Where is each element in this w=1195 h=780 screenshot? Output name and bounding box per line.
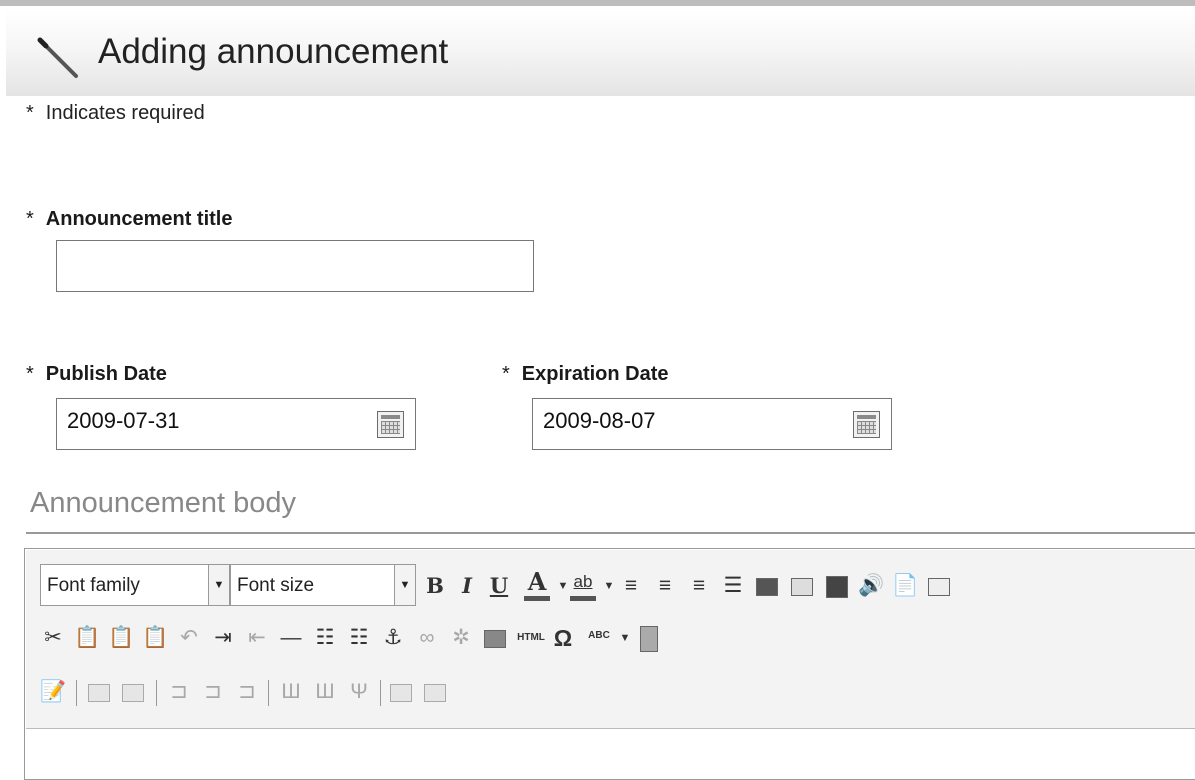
- expiration-date-field[interactable]: 2009-08-07: [532, 398, 892, 450]
- page-break-icon[interactable]: [640, 626, 658, 652]
- font-size-value: Font size: [237, 575, 315, 596]
- align-left-icon[interactable]: ≡: [618, 572, 644, 600]
- delete-row-icon[interactable]: ⊐: [234, 678, 260, 706]
- insert-column-before-icon[interactable]: Ш: [278, 678, 304, 706]
- spellcheck-button[interactable]: ABC: [586, 622, 612, 650]
- special-character-button[interactable]: Ω: [550, 624, 576, 652]
- announcement-body-heading: Announcement body: [30, 487, 297, 519]
- insert-media-icon[interactable]: [928, 578, 950, 596]
- highlight-color-button[interactable]: ab: [570, 568, 596, 601]
- pencil-icon: [37, 37, 78, 78]
- insert-column-after-icon[interactable]: Ш: [312, 678, 338, 706]
- bold-button[interactable]: B: [422, 572, 448, 600]
- edit-form-icon[interactable]: 📝: [40, 678, 66, 706]
- table-row-props-icon[interactable]: [88, 684, 110, 702]
- announcement-title-label-text: Announcement title: [45, 208, 233, 230]
- chevron-down-icon[interactable]: ▼: [208, 564, 230, 606]
- required-note: * Indicates required: [26, 102, 205, 125]
- align-justify-icon[interactable]: ☰: [720, 572, 746, 600]
- page-title: Adding announcement: [98, 32, 449, 71]
- insert-video-icon[interactable]: [826, 576, 848, 598]
- editor-toolbar: Font family ▼ Font size ▼ B I U A ▼ ab ▼…: [26, 550, 1195, 729]
- announcement-title-input[interactable]: [56, 240, 534, 292]
- table-cell-props-icon[interactable]: [122, 684, 144, 702]
- numbered-list-icon[interactable]: ☷: [346, 624, 372, 652]
- align-right-icon[interactable]: ≡: [686, 572, 712, 600]
- page-header: Adding announcement: [6, 8, 1195, 96]
- unlink-icon[interactable]: ✲: [448, 624, 474, 652]
- paste-word-icon[interactable]: 📋: [142, 624, 168, 652]
- insert-audio-icon[interactable]: 🔊: [858, 572, 884, 600]
- copy-icon[interactable]: 📋: [74, 624, 100, 652]
- expiration-date-label-text: Expiration Date: [521, 363, 669, 385]
- merge-cells-icon[interactable]: [390, 684, 412, 702]
- publish-date-field[interactable]: 2009-07-31: [56, 398, 416, 450]
- toolbar-separator: [380, 680, 381, 706]
- calendar-icon[interactable]: [853, 411, 880, 438]
- required-star: *: [502, 363, 510, 385]
- italic-button[interactable]: I: [454, 572, 480, 600]
- font-size-select[interactable]: Font size ▼: [230, 564, 416, 606]
- rich-text-editor[interactable]: Font family ▼ Font size ▼ B I U A ▼ ab ▼…: [24, 548, 1195, 780]
- required-star: *: [26, 363, 34, 385]
- insert-document-icon[interactable]: 📄: [892, 572, 918, 600]
- undo-icon[interactable]: ↶: [176, 624, 202, 652]
- cut-icon[interactable]: ✂: [40, 624, 66, 652]
- underline-button[interactable]: U: [486, 572, 512, 600]
- text-color-button[interactable]: A: [524, 568, 550, 601]
- insert-row-before-icon[interactable]: ⊐: [166, 678, 192, 706]
- toolbar-separator: [156, 680, 157, 706]
- required-star: *: [26, 208, 34, 230]
- font-family-select[interactable]: Font family ▼: [40, 564, 230, 606]
- paste-text-icon[interactable]: 📋: [108, 624, 134, 652]
- publish-date-label: * Publish Date: [26, 363, 167, 386]
- bulleted-list-icon[interactable]: ☷: [312, 624, 338, 652]
- insert-image-icon[interactable]: [791, 578, 813, 596]
- horizontal-rule-icon[interactable]: —: [278, 624, 304, 652]
- top-border: [0, 0, 1195, 6]
- toolbar-separator: [268, 680, 269, 706]
- calendar-icon[interactable]: [377, 411, 404, 438]
- html-button[interactable]: HTML: [514, 624, 548, 652]
- expiration-date-value: 2009-08-07: [543, 408, 656, 433]
- expiration-date-label: * Expiration Date: [502, 363, 669, 386]
- toolbar-separator: [76, 680, 77, 706]
- split-cells-icon[interactable]: [424, 684, 446, 702]
- required-star: *: [26, 102, 34, 124]
- align-center-icon[interactable]: ≡: [652, 572, 678, 600]
- section-divider: [26, 532, 1195, 534]
- insert-flash-icon[interactable]: [756, 578, 778, 596]
- required-note-text: Indicates required: [45, 102, 205, 124]
- delete-column-icon[interactable]: Ψ: [346, 678, 372, 706]
- publish-date-label-text: Publish Date: [45, 363, 167, 385]
- insert-row-after-icon[interactable]: ⊐: [200, 678, 226, 706]
- chevron-down-icon[interactable]: ▼: [394, 564, 416, 606]
- anchor-icon[interactable]: ⚓: [380, 624, 406, 652]
- indent-icon[interactable]: ⇥: [210, 624, 236, 652]
- insert-image-icon[interactable]: [484, 630, 506, 648]
- chevron-down-icon[interactable]: ▼: [612, 624, 638, 652]
- publish-date-value: 2009-07-31: [67, 408, 180, 433]
- font-family-value: Font family: [47, 575, 140, 596]
- announcement-title-label: * Announcement title: [26, 208, 232, 231]
- outdent-icon[interactable]: ⇤: [244, 624, 270, 652]
- link-icon[interactable]: ∞: [414, 624, 440, 652]
